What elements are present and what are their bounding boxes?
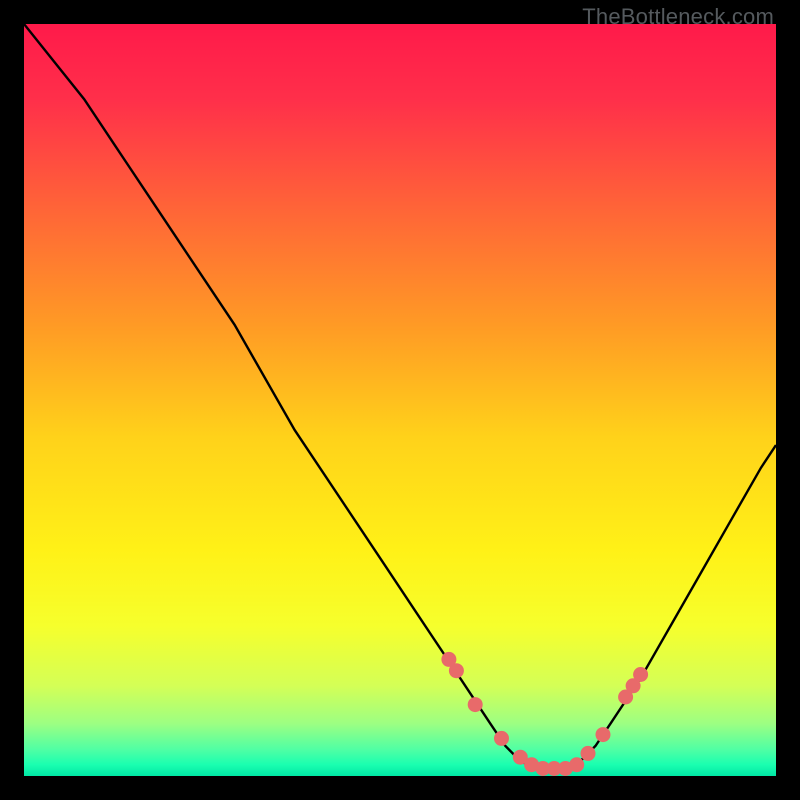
highlight-dot bbox=[449, 663, 464, 678]
highlight-dot bbox=[468, 697, 483, 712]
highlight-dot bbox=[494, 731, 509, 746]
bottleneck-curve bbox=[24, 24, 776, 769]
plot-area bbox=[24, 24, 776, 776]
watermark-text: TheBottleneck.com bbox=[582, 4, 774, 30]
chart-svg bbox=[24, 24, 776, 776]
highlight-dot bbox=[633, 667, 648, 682]
highlight-dot bbox=[596, 727, 611, 742]
highlight-dot bbox=[569, 757, 584, 772]
highlight-dot bbox=[581, 746, 596, 761]
outer-frame: TheBottleneck.com bbox=[0, 0, 800, 800]
